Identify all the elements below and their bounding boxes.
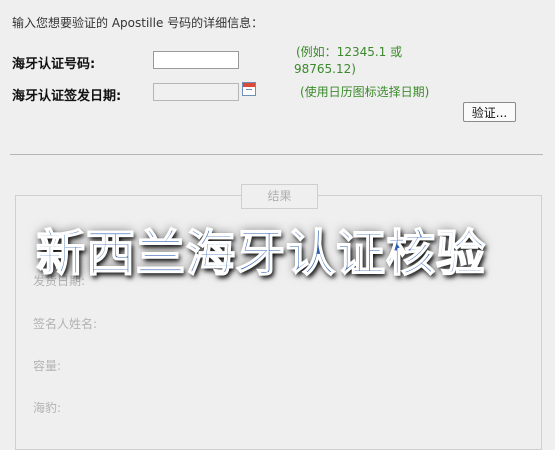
number-hint-line1: (例如：12345.1 或 xyxy=(296,45,403,59)
number-hint-line2: 98765.12) xyxy=(294,62,356,76)
issue-date-input[interactable] xyxy=(153,83,239,101)
results-legend: 结果 xyxy=(241,184,318,209)
calendar-icon[interactable] xyxy=(242,82,256,96)
result-field-seal: 海豹: xyxy=(33,401,62,415)
apostille-number-label: 海牙认证号码: xyxy=(12,57,96,72)
verify-button[interactable]: 验证... xyxy=(463,102,516,122)
apostille-number-input[interactable] xyxy=(153,51,239,69)
result-field-capacity: 容量: xyxy=(33,359,62,373)
section-divider xyxy=(10,154,543,155)
result-field-signer-name: 签名人姓名: xyxy=(33,317,98,331)
issue-date-label: 海牙认证签发日期: xyxy=(12,89,122,104)
form-intro-text: 输入您想要验证的 Apostille 号码的详细信息： xyxy=(12,16,264,30)
overlay-title: 新西兰海牙认证核验 xyxy=(35,224,487,283)
date-hint: (使用日历图标选择日期) xyxy=(300,85,430,99)
